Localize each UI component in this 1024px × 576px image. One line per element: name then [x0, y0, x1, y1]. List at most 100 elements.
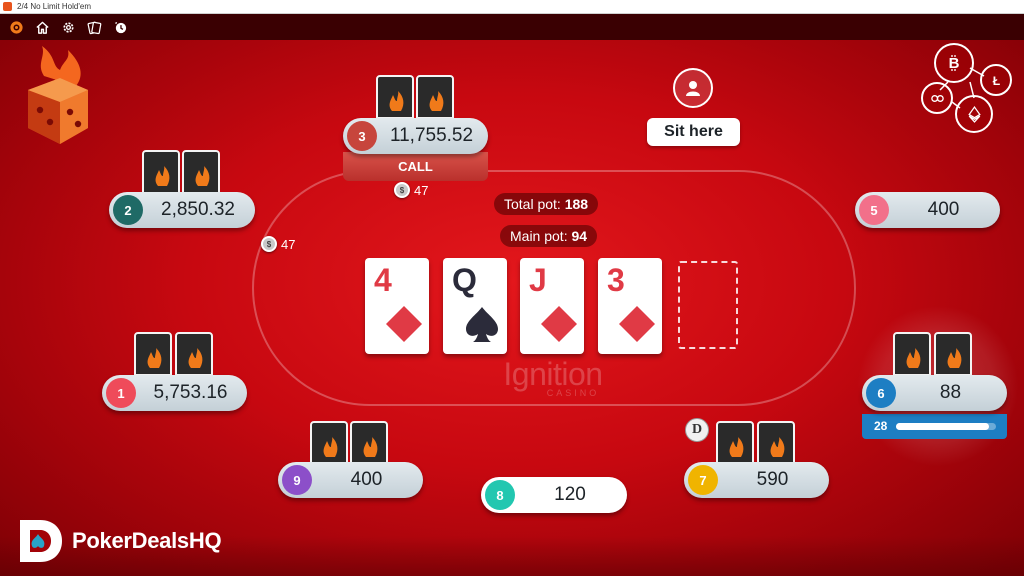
seat-number: 2 [113, 195, 143, 225]
diamond-suit-icon [619, 306, 655, 342]
action-timer: 28 [862, 414, 1007, 439]
seat-5[interactable]: 5 400 [855, 192, 1000, 228]
diamond-suit-icon [386, 306, 422, 342]
seat-6[interactable]: 6 88 [862, 375, 1007, 411]
casino-watermark: Ignition CASINO [468, 358, 638, 398]
flame-card-back-icon [195, 166, 210, 186]
seat-number: 3 [347, 121, 377, 151]
card-rank: J [529, 262, 547, 298]
seat-stack: 88 [939, 382, 962, 403]
seat-stack: 400 [350, 469, 383, 490]
hole-card [716, 421, 754, 465]
last-action-call: CALL [343, 152, 488, 181]
seat-number: 9 [282, 465, 312, 495]
sit-here-button[interactable]: Sit here [647, 118, 740, 146]
casino-watermark-name: Ignition [503, 356, 603, 392]
pokerdealshq-logo-icon [20, 520, 62, 562]
seat-stack: 2,850.32 [161, 199, 235, 220]
hole-card [350, 421, 388, 465]
bet-seat-2: $ 47 [261, 236, 295, 252]
seat-2[interactable]: 2 2,850.32 [109, 192, 255, 228]
flame-card-back-icon [188, 348, 203, 368]
chip-icon: $ [394, 182, 410, 198]
empty-seat-avatar-icon[interactable] [673, 68, 713, 108]
window-title: 2/4 No Limit Hold'em [17, 2, 91, 11]
flame-card-back-icon [323, 437, 338, 457]
seat-stack: 590 [756, 469, 789, 490]
seat-number: 5 [859, 195, 889, 225]
seat-stack: 5,753.16 [153, 382, 228, 403]
cards-icon[interactable] [82, 15, 106, 39]
bet-amount: 47 [281, 236, 296, 252]
gear-icon[interactable] [56, 15, 80, 39]
board-card-4: 3 [598, 258, 662, 354]
hole-card [134, 332, 172, 376]
bet-seat-3: $ 47 [394, 182, 428, 198]
total-pot-value: 188 [564, 196, 589, 212]
watermark-text: PokerDealsHQ [72, 528, 222, 553]
chip-icon: $ [261, 236, 277, 252]
flame-card-back-icon [429, 91, 444, 111]
hole-card [182, 150, 220, 194]
seat-8[interactable]: 8 120 [481, 477, 627, 513]
flame-card-back-icon [729, 437, 744, 457]
board-card-2: Q [443, 258, 507, 354]
flame-card-back-icon [389, 91, 404, 111]
window-titlebar: 2/4 No Limit Hold'em [0, 0, 1024, 14]
main-pot-label: Main pot: [510, 228, 568, 244]
poker-table: B Ł Ignition CASINO Total pot: 188 Main … [0, 40, 1024, 576]
hole-card [310, 421, 348, 465]
time-icon[interactable] [108, 15, 132, 39]
board-card-1: 4 [365, 258, 429, 354]
app-icon [3, 2, 12, 11]
seat-stack: 120 [554, 484, 586, 505]
hole-card [376, 75, 414, 119]
crypto-badges: B Ł [918, 40, 1018, 140]
casino-watermark-sub: CASINO [546, 388, 600, 398]
seat-3[interactable]: 3 11,755.52 [343, 118, 488, 154]
ignition-flame-logo [28, 46, 88, 144]
seat-number: 8 [485, 480, 515, 510]
flame-card-back-icon [906, 348, 921, 368]
seat-number: 7 [688, 465, 718, 495]
seat-stack: 400 [927, 199, 960, 220]
main-pot-value: 94 [571, 228, 588, 244]
seat-1[interactable]: 1 5,753.16 [102, 375, 247, 411]
seat-stack: 11,755.52 [389, 125, 474, 146]
table-toolbar [0, 14, 1024, 40]
hole-card [893, 332, 931, 376]
seat-number: 1 [106, 378, 136, 408]
flame-card-back-icon [770, 437, 785, 457]
hole-card [175, 332, 213, 376]
menu-icon[interactable] [4, 15, 28, 39]
timer-seconds: 28 [874, 419, 888, 433]
card-rank: 3 [607, 262, 625, 298]
diamond-suit-icon [541, 306, 577, 342]
spade-suit-icon [466, 307, 498, 342]
seat-9[interactable]: 9 400 [278, 462, 423, 498]
flame-card-back-icon [147, 348, 162, 368]
flame-card-back-icon [947, 348, 962, 368]
board-card-3: J [520, 258, 584, 354]
hole-card [416, 75, 454, 119]
crypto-links [939, 67, 985, 109]
main-pot: Main pot: 94 [500, 225, 598, 247]
hole-card [757, 421, 795, 465]
dealer-button: D [685, 418, 709, 442]
flame-card-back-icon [155, 166, 170, 186]
river-card-slot [678, 261, 738, 349]
seat-number: 6 [866, 378, 896, 408]
flame-card-back-icon [363, 437, 378, 457]
timer-fill [896, 423, 989, 430]
pokerdealshq-watermark: PokerDealsHQ [16, 518, 222, 564]
card-rank: 4 [374, 262, 392, 298]
timer-track [896, 423, 996, 430]
seat-7[interactable]: 7 590 [684, 462, 829, 498]
card-rank: Q [452, 262, 477, 298]
hole-card [142, 150, 180, 194]
hole-card [934, 332, 972, 376]
total-pot: Total pot: 188 [494, 193, 599, 215]
home-icon[interactable] [30, 15, 54, 39]
total-pot-label: Total pot: [504, 196, 561, 212]
bet-amount: 47 [414, 182, 429, 198]
